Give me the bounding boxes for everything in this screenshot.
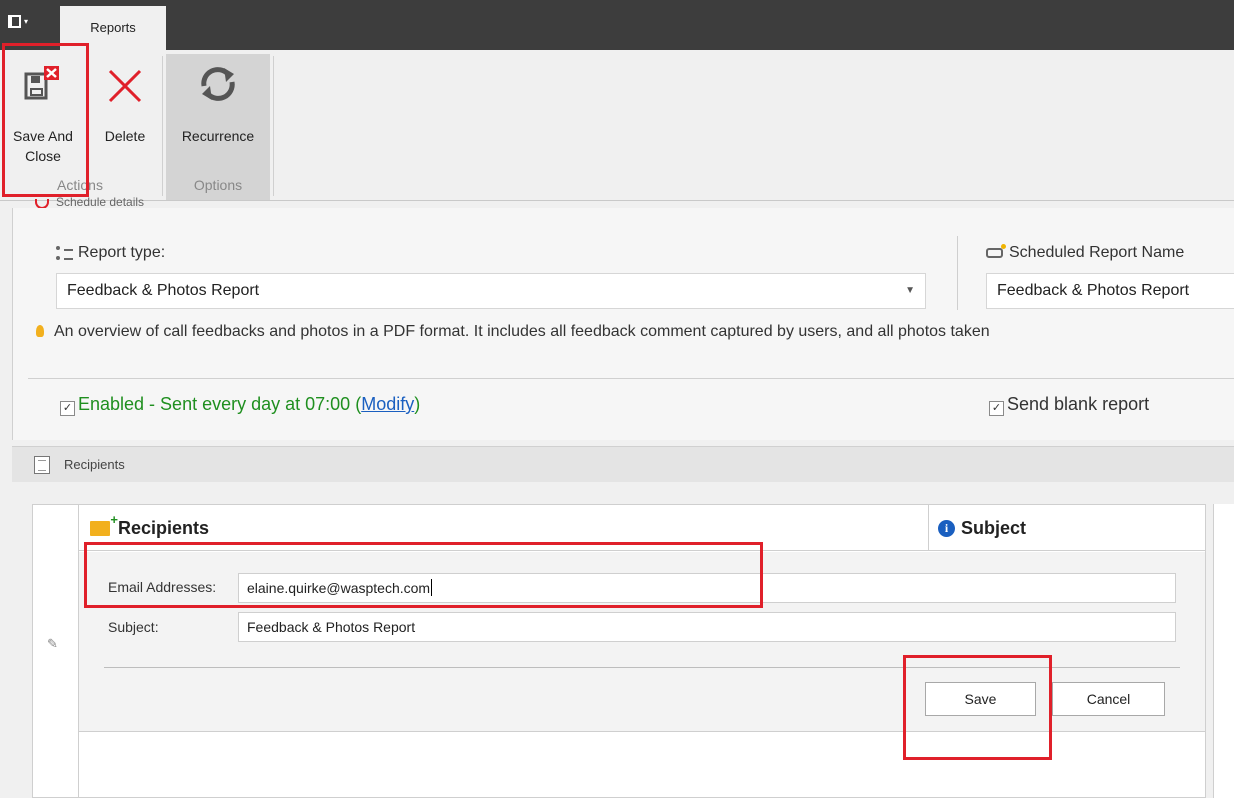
lightbulb-icon xyxy=(36,325,44,337)
ribbon: Save And Close Delete Recurrence Actions… xyxy=(0,50,1234,201)
info-icon: i xyxy=(938,520,955,537)
tag-icon xyxy=(986,244,1006,258)
field-separator xyxy=(957,236,958,310)
report-type-value: Feedback & Photos Report xyxy=(67,282,260,299)
cancel-button[interactable]: Cancel xyxy=(1052,682,1165,716)
send-blank-checkbox[interactable]: ✓ xyxy=(989,401,1004,416)
subject-input[interactable]: Feedback & Photos Report xyxy=(238,612,1176,642)
column-header-recipients[interactable]: Recipients xyxy=(90,512,210,539)
report-editor-window: ▾ Reports Save And Close Delete Recurren… xyxy=(0,0,1234,798)
column-header-subject[interactable]: i Subject xyxy=(938,518,1026,539)
ribbon-group-options: Options xyxy=(193,177,243,193)
highlight-save-and-close xyxy=(2,43,89,197)
side-panel xyxy=(1213,504,1234,798)
send-blank-label: Send blank report xyxy=(1007,394,1150,414)
recipients-section-header[interactable]: Recipients xyxy=(12,446,1234,482)
report-description: An overview of call feedbacks and photos… xyxy=(36,323,990,341)
edit-pencil-icon: ✎ xyxy=(47,636,58,651)
scheduled-name-label-text: Scheduled Report Name xyxy=(1009,244,1185,261)
divider xyxy=(28,378,1234,379)
column-header-recipients-text: Recipients xyxy=(118,518,210,538)
chevron-down-icon[interactable]: ▼ xyxy=(905,274,915,308)
modify-link[interactable]: Modify xyxy=(361,394,414,414)
column-divider[interactable] xyxy=(928,505,929,551)
chevron-down-icon: ▾ xyxy=(24,16,29,26)
ribbon-separator xyxy=(273,56,274,196)
checklist-icon xyxy=(56,246,73,260)
report-type-label: Report type: xyxy=(56,244,165,262)
send-blank-row: ✓ Send blank report xyxy=(989,394,1149,416)
scheduled-name-input[interactable]: Feedback & Photos Report xyxy=(986,273,1234,309)
delete-icon xyxy=(108,69,142,103)
highlight-save-button xyxy=(903,655,1052,760)
recipients-section-title: Recipients xyxy=(64,457,125,472)
report-type-select[interactable]: Feedback & Photos Report ▼ xyxy=(56,273,926,309)
paren-close: ) xyxy=(414,394,421,414)
menu-icon xyxy=(8,14,21,28)
enabled-row: ✓ Enabled - Sent every day at 07:00 (Modi… xyxy=(60,394,420,416)
recurrence-label: Recurrence xyxy=(181,128,255,144)
ribbon-separator xyxy=(162,56,163,196)
enabled-status-text: Enabled - Sent every day at 07:00 xyxy=(78,394,351,414)
enabled-checkbox[interactable]: ✓ xyxy=(60,401,75,416)
app-menu-button[interactable]: ▾ xyxy=(8,10,48,32)
document-icon xyxy=(34,456,50,474)
scheduled-name-label: Scheduled Report Name xyxy=(986,244,1184,262)
add-mail-icon xyxy=(90,512,118,536)
report-description-text: An overview of call feedbacks and photos… xyxy=(54,323,990,340)
column-header-subject-text: Subject xyxy=(961,518,1027,538)
subject-label: Subject: xyxy=(108,619,159,635)
refresh-icon xyxy=(201,67,235,101)
delete-label: Delete xyxy=(104,128,146,144)
highlight-email-addresses xyxy=(84,542,763,608)
delete-button[interactable]: Delete xyxy=(90,54,160,179)
title-bar: ▾ Reports xyxy=(0,0,1234,50)
report-type-label-text: Report type: xyxy=(78,244,166,261)
